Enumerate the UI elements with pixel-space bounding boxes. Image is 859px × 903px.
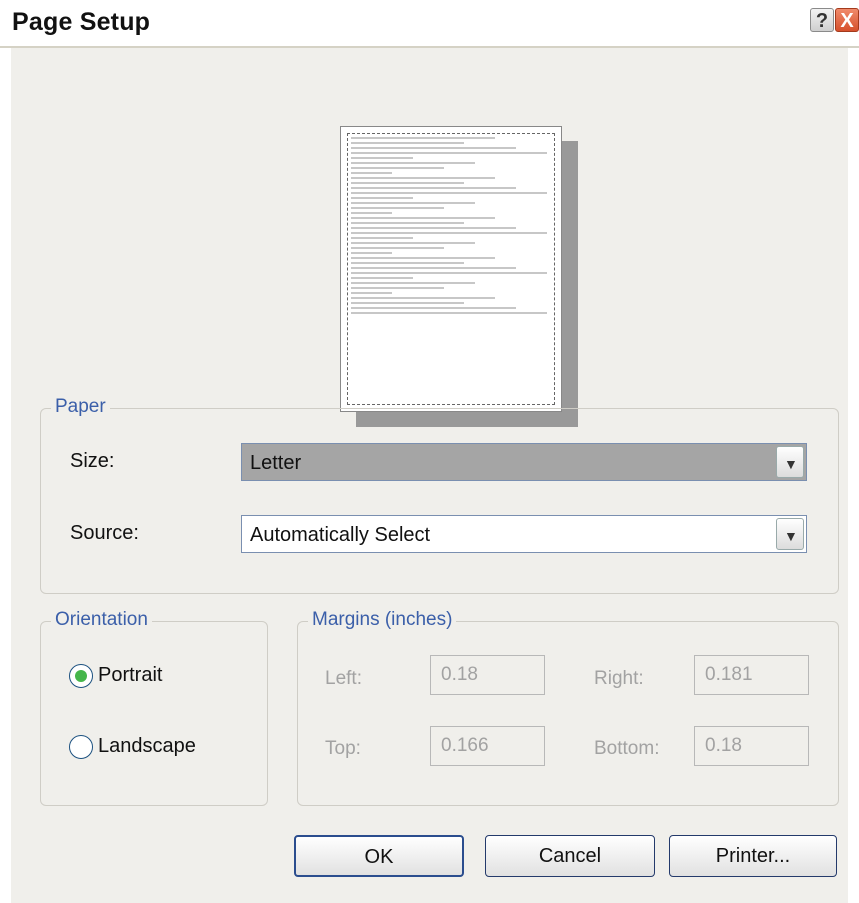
portrait-label[interactable]: Portrait xyxy=(98,664,162,687)
preview-text-line xyxy=(351,182,465,184)
printer-button[interactable]: Printer... xyxy=(669,835,837,877)
preview-text-line xyxy=(351,242,475,244)
left-margin-value: 0.18 xyxy=(441,664,478,685)
preview-text-line xyxy=(351,262,465,264)
preview-text-line xyxy=(351,187,516,189)
preview-text-line xyxy=(351,167,444,169)
size-dropdown-button[interactable]: ▼ xyxy=(776,446,804,478)
preview-text-line xyxy=(351,172,393,174)
title-bar: Page Setup ? X xyxy=(0,0,859,48)
chevron-down-icon: ▼ xyxy=(784,528,798,544)
window-frame-right xyxy=(848,48,859,903)
right-margin-field[interactable]: 0.181 xyxy=(694,655,809,695)
preview-text-line xyxy=(351,147,516,149)
preview-text-line xyxy=(351,222,465,224)
preview-text-line xyxy=(351,217,496,219)
source-dropdown-button[interactable]: ▼ xyxy=(776,518,804,550)
preview-text-line xyxy=(351,207,444,209)
preview-text-line xyxy=(351,282,475,284)
bottom-margin-label: Bottom: xyxy=(594,738,660,759)
preview-text-line xyxy=(351,307,516,309)
preview-text-line xyxy=(351,287,444,289)
chevron-down-icon: ▼ xyxy=(784,456,798,472)
preview-text-line xyxy=(351,312,547,314)
bottom-margin-value: 0.18 xyxy=(705,735,742,756)
landscape-radio[interactable] xyxy=(69,735,93,759)
preview-text-line xyxy=(351,292,393,294)
preview-text-line xyxy=(351,137,496,139)
preview-text-line xyxy=(351,302,465,304)
preview-text-line xyxy=(351,267,516,269)
page-preview xyxy=(340,126,562,412)
orientation-legend: Orientation xyxy=(51,609,152,631)
preview-text-line xyxy=(351,202,475,204)
preview-text-line xyxy=(351,257,496,259)
top-margin-label: Top: xyxy=(325,738,361,759)
orientation-group: Orientation xyxy=(40,609,268,806)
paper-group: Paper xyxy=(40,396,839,594)
paper-legend: Paper xyxy=(51,396,110,418)
margins-group: Margins (inches) xyxy=(297,609,839,806)
dialog-body: Paper Size: Letter ▼ Source: Automatical… xyxy=(11,48,848,903)
preview-text-line xyxy=(351,192,547,194)
source-select[interactable]: Automatically Select ▼ xyxy=(241,515,807,553)
preview-text-line xyxy=(351,237,413,239)
radio-selected-dot xyxy=(75,670,87,682)
cancel-button[interactable]: Cancel xyxy=(485,835,655,877)
preview-text-line xyxy=(351,157,413,159)
close-button[interactable]: X xyxy=(835,8,859,32)
window-title: Page Setup xyxy=(12,8,151,36)
top-margin-value: 0.166 xyxy=(441,735,489,756)
source-label: Source: xyxy=(70,522,139,544)
margins-legend: Margins (inches) xyxy=(308,609,457,631)
top-margin-field[interactable]: 0.166 xyxy=(430,726,545,766)
preview-text-line xyxy=(351,142,465,144)
help-button[interactable]: ? xyxy=(810,8,834,32)
preview-text-line xyxy=(351,247,444,249)
source-select-value: Automatically Select xyxy=(250,524,431,546)
left-margin-label: Left: xyxy=(325,668,362,689)
preview-text-line xyxy=(351,177,496,179)
bottom-margin-field[interactable]: 0.18 xyxy=(694,726,809,766)
landscape-label[interactable]: Landscape xyxy=(98,735,196,758)
preview-text-line xyxy=(351,277,413,279)
preview-text-line xyxy=(351,152,547,154)
left-margin-field[interactable]: 0.18 xyxy=(430,655,545,695)
preview-margin-outline xyxy=(347,133,555,405)
preview-text-line xyxy=(351,227,516,229)
portrait-radio[interactable] xyxy=(69,664,93,688)
size-label: Size: xyxy=(70,450,115,472)
preview-text-line xyxy=(351,197,413,199)
ok-button[interactable]: OK xyxy=(294,835,464,877)
window-frame-left xyxy=(0,48,11,903)
size-select-value: Letter xyxy=(250,452,302,474)
preview-text-line xyxy=(351,252,393,254)
preview-text-line xyxy=(351,297,496,299)
preview-text-line xyxy=(351,232,547,234)
size-select[interactable]: Letter ▼ xyxy=(241,443,807,481)
preview-text-line xyxy=(351,212,393,214)
right-margin-label: Right: xyxy=(594,668,644,689)
right-margin-value: 0.181 xyxy=(705,664,753,685)
preview-text-line xyxy=(351,162,475,164)
preview-text-line xyxy=(351,272,547,274)
